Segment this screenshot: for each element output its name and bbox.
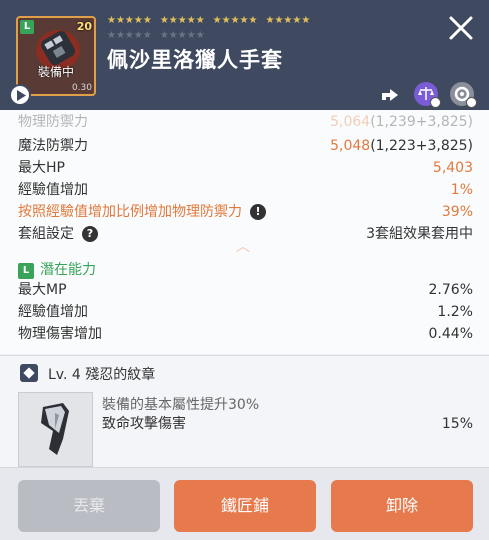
- potential-label: 最大MP: [18, 282, 67, 298]
- stat-label: 套組設定?: [18, 224, 98, 244]
- emblem-stat-row: 致命攻擊傷害 15%: [102, 414, 473, 434]
- potential-value: 1.2%: [437, 304, 473, 320]
- stats-panel[interactable]: 物理防禦力 5,064(1,239+3,825) ︿ 魔法防禦力 5,048(1…: [0, 110, 489, 354]
- potential-grade-badge: L: [18, 263, 34, 279]
- stat-value: 1%: [450, 182, 473, 198]
- action-bar: 丟棄 鐵匠鋪 卸除: [0, 467, 489, 540]
- item-header: L 20 裝備中 0.30 ★★★★★ ★★★★★ ★★★★★ ★★★★★ ★★…: [0, 0, 489, 110]
- close-icon[interactable]: [447, 14, 475, 42]
- gear-icon[interactable]: [450, 82, 477, 108]
- stat-label: 經驗值增加: [18, 182, 88, 198]
- play-icon[interactable]: [9, 84, 31, 106]
- stat-value: 39%: [441, 204, 473, 220]
- lock-badge-icon: [430, 97, 441, 108]
- star-group: ★★★★★: [265, 15, 311, 26]
- stat-label: 魔法防禦力: [18, 138, 88, 154]
- stat-row-set: 套組設定? 3套組效果套用中: [18, 224, 473, 244]
- stat-row: 經驗值增加 1%: [18, 180, 473, 200]
- star-force-row: ★★★★★ ★★★★★ ★★★★★ ★★★★★: [107, 15, 310, 26]
- stat-value: 5,064(1,239+3,825): [330, 114, 473, 130]
- blacksmith-button[interactable]: 鐵匠鋪: [174, 480, 316, 532]
- stat-row: 魔法防禦力 5,048(1,223+3,825): [18, 136, 473, 156]
- item-icon: L 20 裝備中 0.30: [16, 16, 96, 96]
- star-group: ★★★★★: [107, 15, 152, 26]
- stat-row-highlight: 按照經驗值增加比例增加物理防禦力! 39%: [18, 202, 473, 222]
- emblem-diamond-icon: [20, 364, 38, 382]
- discard-button[interactable]: 丟棄: [18, 480, 160, 532]
- stat-row-faded: 物理防禦力 5,064(1,239+3,825): [18, 112, 473, 132]
- potential-heading: L 潛在能力: [18, 260, 96, 280]
- unequip-button[interactable]: 卸除: [331, 480, 473, 532]
- emblem-description: 裝備的基本屬性提升30%: [102, 397, 260, 413]
- emblem-stat-value: 15%: [441, 416, 473, 432]
- potential-row: 經驗值增加 1.2%: [18, 302, 473, 322]
- stat-label: 最大HP: [18, 160, 65, 176]
- star-group: ★★★★★: [159, 15, 205, 26]
- potential-label: 經驗值增加: [18, 304, 88, 320]
- lock-badge-icon: [466, 97, 477, 108]
- stat-label: 按照經驗值增加比例增加物理防禦力!: [18, 202, 266, 222]
- star-group-empty: ★★★★★: [107, 30, 152, 41]
- stat-value: 5,048(1,223+3,825): [330, 138, 473, 154]
- equipped-label: 裝備中: [37, 65, 74, 79]
- star-force-row-empty: ★★★★★ ★★★★★: [107, 30, 205, 41]
- star-group-empty: ★★★★★: [159, 30, 205, 41]
- potential-value: 0.44%: [428, 326, 473, 342]
- potential-value: 2.76%: [428, 282, 473, 298]
- emblem-title: Lv. 4 殘忍的紋章: [20, 364, 155, 385]
- scale-icon[interactable]: [414, 82, 441, 108]
- exclamation-icon[interactable]: !: [250, 204, 266, 220]
- potential-label: 物理傷害增加: [18, 326, 102, 342]
- stat-value: 5,403: [432, 160, 473, 176]
- emblem-stat-label: 致命攻擊傷害: [102, 416, 186, 432]
- stat-row: 最大HP 5,403: [18, 158, 473, 178]
- item-name: 佩沙里洛獵人手套: [107, 48, 283, 72]
- question-icon[interactable]: ?: [82, 226, 98, 242]
- grade-badge: L: [20, 20, 34, 34]
- share-icon[interactable]: [378, 82, 402, 106]
- emblem-axe-icon: [41, 403, 69, 455]
- item-level: 20: [76, 20, 92, 33]
- star-group: ★★★★★: [212, 15, 258, 26]
- item-sub-value: 0.30: [71, 83, 92, 93]
- potential-row: 最大MP 2.76%: [18, 280, 473, 300]
- potential-row: 物理傷害增加 0.44%: [18, 324, 473, 344]
- emblem-image: [18, 392, 93, 467]
- stat-value: 3套組效果套用中: [366, 226, 473, 242]
- stat-label: 物理防禦力: [18, 114, 88, 130]
- emblem-section: Lv. 4 殘忍的紋章 裝備的基本屬性提升30% 致命攻擊傷害 15%: [0, 355, 489, 467]
